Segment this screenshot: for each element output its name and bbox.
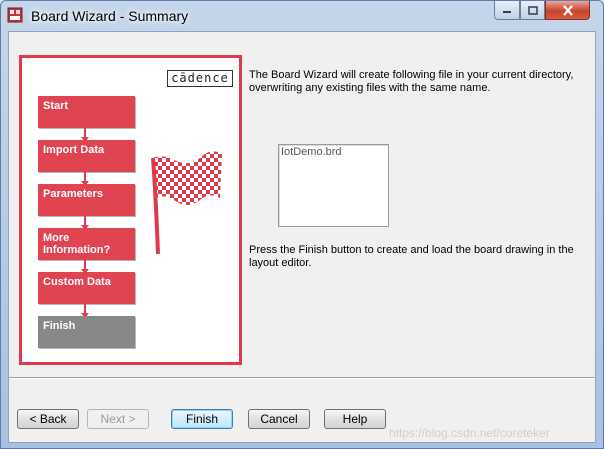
summary-description: The Board Wizard will create following f… (249, 69, 574, 94)
checkered-flag-icon (151, 151, 222, 255)
step-arrow (81, 128, 89, 142)
maximize-button[interactable] (520, 1, 545, 20)
step-arrow (81, 216, 89, 230)
cadence-logo: cādence (167, 70, 233, 87)
minimize-icon (503, 11, 511, 13)
close-icon (562, 4, 573, 16)
list-item[interactable]: IotDemo.brd (281, 146, 386, 158)
button-separator (9, 377, 595, 379)
back-button[interactable]: < Back (17, 409, 79, 429)
next-button[interactable]: Next > (87, 409, 149, 429)
watermark-text: https://blog.csdn.net/coreteker (389, 426, 550, 440)
board-wizard-app-icon (7, 7, 23, 23)
step-more-information: More Information? (38, 228, 135, 260)
help-button[interactable]: Help (324, 409, 386, 429)
step-finish: Finish (38, 316, 135, 348)
step-import-data: Import Data (38, 140, 135, 172)
step-arrow (81, 260, 89, 274)
step-start: Start (38, 96, 135, 128)
wizard-client-area: cādence Start Import Data Parameters Mor… (8, 31, 596, 443)
board-wizard-window: Board Wizard - Summary cādence Start Imp… (0, 0, 604, 449)
step-arrow (81, 304, 89, 318)
window-title: Board Wizard - Summary (31, 8, 189, 24)
finish-instruction: Press the Finish button to create and lo… (249, 244, 574, 269)
output-file-list[interactable]: IotDemo.brd (278, 144, 389, 227)
wizard-steps-panel: cādence Start Import Data Parameters Mor… (19, 55, 242, 365)
title-bar[interactable]: Board Wizard - Summary (1, 1, 603, 31)
finish-button[interactable]: Finish (171, 409, 233, 429)
maximize-icon (527, 5, 538, 15)
cancel-button[interactable]: Cancel (248, 409, 310, 429)
close-button[interactable] (545, 1, 590, 20)
step-parameters: Parameters (38, 184, 135, 216)
step-custom-data: Custom Data (38, 272, 135, 304)
minimize-button[interactable] (494, 1, 520, 20)
step-arrow (81, 172, 89, 186)
